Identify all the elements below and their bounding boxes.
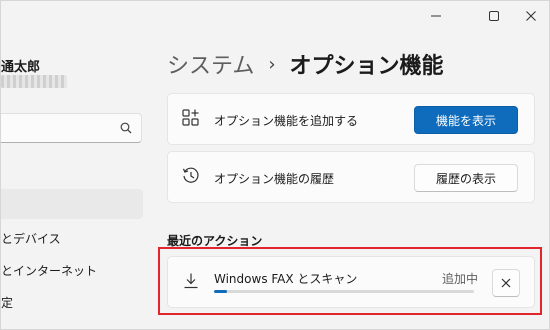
user-name: 通太郎 [1, 60, 41, 75]
add-feature-card: オプション機能を追加する 機能を表示 [167, 93, 535, 145]
sidebar-item-network[interactable]: とインターネット [1, 262, 97, 279]
close-icon [526, 11, 536, 21]
breadcrumb: システム › オプション機能 [167, 48, 444, 80]
add-feature-label: オプション機能を追加する [214, 114, 359, 128]
sidebar-item-devices[interactable]: とデバイス [1, 230, 61, 247]
maximize-icon [489, 11, 499, 21]
add-feature-icon [182, 109, 199, 126]
history-icon [182, 167, 199, 183]
highlight-frame [158, 247, 542, 315]
breadcrumb-separator: › [268, 53, 276, 75]
close-window-button[interactable] [508, 1, 549, 31]
view-features-button[interactable]: 機能を表示 [414, 106, 518, 134]
breadcrumb-parent[interactable]: システム [167, 48, 254, 80]
history-card: オプション機能の履歴 履歴の表示 [167, 151, 535, 203]
search-input[interactable] [1, 113, 142, 143]
sidebar-item-system[interactable] [1, 189, 143, 219]
history-label: オプション機能の履歴 [214, 172, 335, 186]
settings-window: 通太郎 とデバイス とインターネット 定 システム › オプション機能 オプショ… [0, 0, 550, 330]
sidebar: 通太郎 とデバイス とインターネット 定 [1, 1, 151, 329]
sidebar-item-personalization[interactable]: 定 [1, 294, 13, 311]
user-email-blurred [1, 75, 67, 88]
view-history-button[interactable]: 履歴の表示 [414, 164, 518, 192]
minimize-icon [431, 15, 441, 17]
search-icon [120, 122, 132, 134]
minimize-button[interactable] [413, 1, 459, 31]
page-title: オプション機能 [289, 54, 444, 79]
